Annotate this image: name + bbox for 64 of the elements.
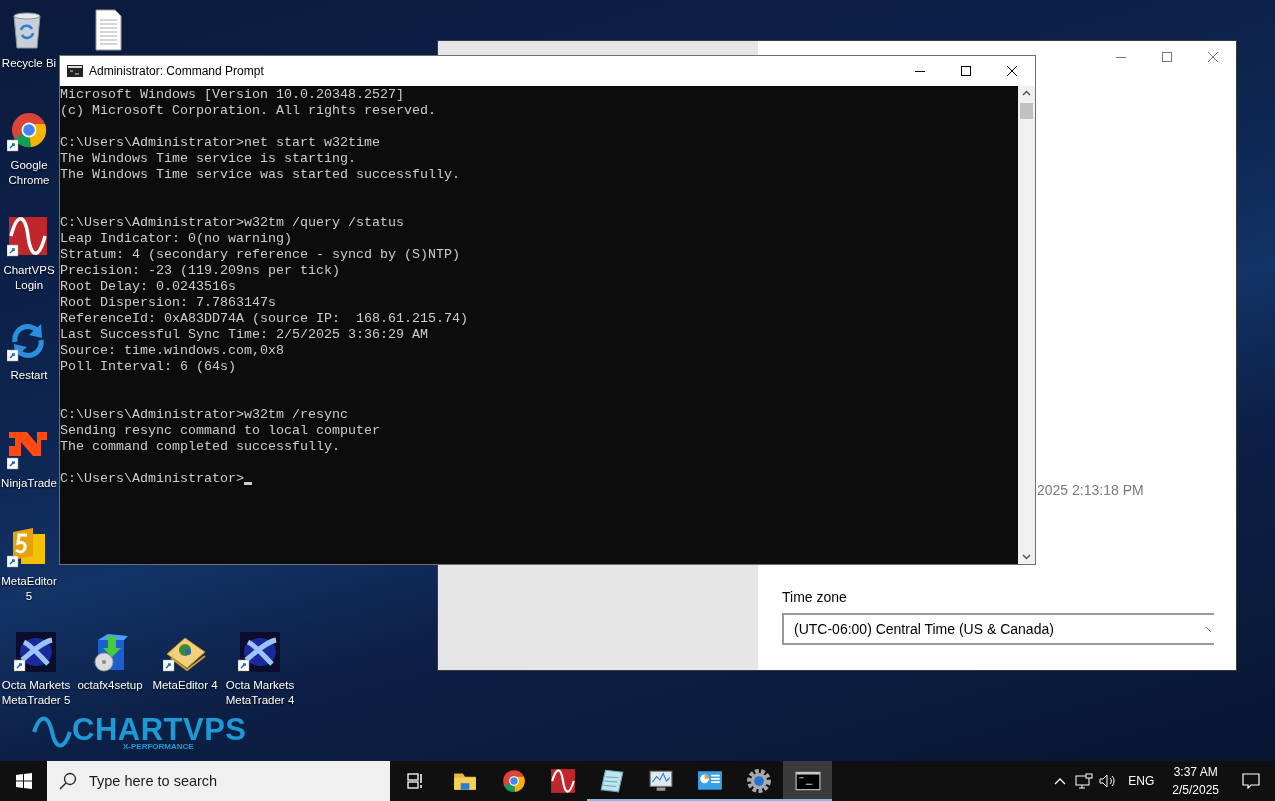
current-time-text: 2025 2:13:18 PM: [1037, 482, 1145, 498]
maximize-icon: [960, 65, 972, 77]
scroll-up-icon[interactable]: [1022, 90, 1031, 96]
maximize-icon: [1161, 51, 1173, 63]
console-line: (c) Microsoft Corporation. All rights reserved.: [60, 103, 436, 119]
close-icon: [1006, 65, 1018, 77]
settings-icon: [745, 768, 772, 794]
taskbar-app-button[interactable]: [783, 761, 832, 801]
console-line: C:\Users\Administrator>net start w32time: [60, 135, 380, 151]
scrollbar[interactable]: [1018, 86, 1035, 564]
sine-wave-icon: [549, 768, 576, 794]
console-line: Stratum: 4 (secondary reference - syncd by (S)NTP): [60, 247, 460, 263]
console-line: Microsoft Windows [Version 10.0.20348.2527]: [60, 87, 404, 103]
message-icon: [1242, 773, 1260, 789]
icon-label: MetaEditor 4: [152, 678, 218, 693]
console-line: Source: time.windows.com,0x8: [60, 343, 284, 359]
sine-wave-logo-icon: [32, 714, 72, 750]
console-line: Root Dispersion: 7.7863147s: [60, 295, 276, 311]
wallpaper-tagline: X-PERFORMANCE: [123, 742, 194, 751]
console-line: Sending resync command to local computer: [60, 423, 380, 439]
window-title: Administrator: Command Prompt: [89, 64, 265, 78]
console-line: Precision: -23 (119.209ns per tick): [60, 263, 340, 279]
notepad-icon: [598, 768, 625, 794]
icon-label: Google Chrome: [7, 158, 51, 188]
console-line: The Windows Time service was started successfully.: [60, 167, 460, 183]
input-language-indicator[interactable]: ENG: [1120, 774, 1165, 788]
x-logo-icon[interactable]: [14, 630, 58, 674]
close-icon: [1207, 51, 1219, 63]
icon-label: octafx4setup: [77, 678, 143, 693]
console-line: Root Delay: 0.0243516s: [60, 279, 236, 295]
search-field[interactable]: Type here to search: [47, 761, 390, 801]
console-line: ReferenceId: 0xA83DD74A (source IP: 168.61.215.74): [60, 311, 468, 327]
console-line: C:\Users\Administrator>: [60, 471, 244, 487]
icon-label: NinjaTrade: [1, 476, 57, 491]
speaker-icon: [1099, 773, 1118, 789]
console-line: Leap Indicator: 0(no warning): [60, 231, 292, 247]
icon-label: Octa Markets MetaTrader 4: [224, 678, 296, 708]
windows-logo-icon: [15, 773, 32, 789]
icon-label: ChartVPS Login: [2, 263, 56, 293]
monitor-chart-icon: [647, 768, 674, 794]
console-line: Last Successful Sync Time: 2/5/2025 3:36:29 AM: [60, 327, 428, 343]
time-zone-label: Time zone: [782, 589, 848, 605]
console-line: The Windows Time service is starting.: [60, 151, 356, 167]
scrollbar-thumb[interactable]: [1020, 103, 1033, 119]
scroll-down-icon[interactable]: [1022, 554, 1031, 560]
icon-label: Restart: [10, 368, 48, 383]
command-prompt-icon: [67, 65, 83, 77]
icon-label: Recycle Bi: [1, 56, 57, 71]
text-cursor: [243, 482, 252, 485]
icon-label: Octa Markets MetaTrader 5: [0, 678, 72, 708]
console-line: C:\Users\Administrator>w32tm /resync: [60, 407, 348, 423]
search-icon: [59, 772, 77, 790]
clock-button[interactable]: 3:37 AM 2/5/2025: [1164, 763, 1227, 799]
chevron-icon: [1206, 627, 1212, 633]
x-logo-icon[interactable]: [238, 630, 282, 674]
console-line: Poll Interval: 6 (64s): [60, 359, 236, 375]
task-view-icon: [407, 773, 423, 789]
caret-icon: [1054, 777, 1067, 785]
network-icon: [1075, 773, 1094, 789]
console-line: C:\Users\Administrator>w32tm /query /status: [60, 215, 404, 231]
chrome-icon: [500, 768, 527, 794]
console-line: The command completed successfully.: [60, 439, 340, 455]
time-zone-dropdown[interactable]: (UTC-06:00) Central Time (US & Canada): [782, 613, 1214, 645]
icon-label: MetaEditor 5: [0, 574, 58, 604]
